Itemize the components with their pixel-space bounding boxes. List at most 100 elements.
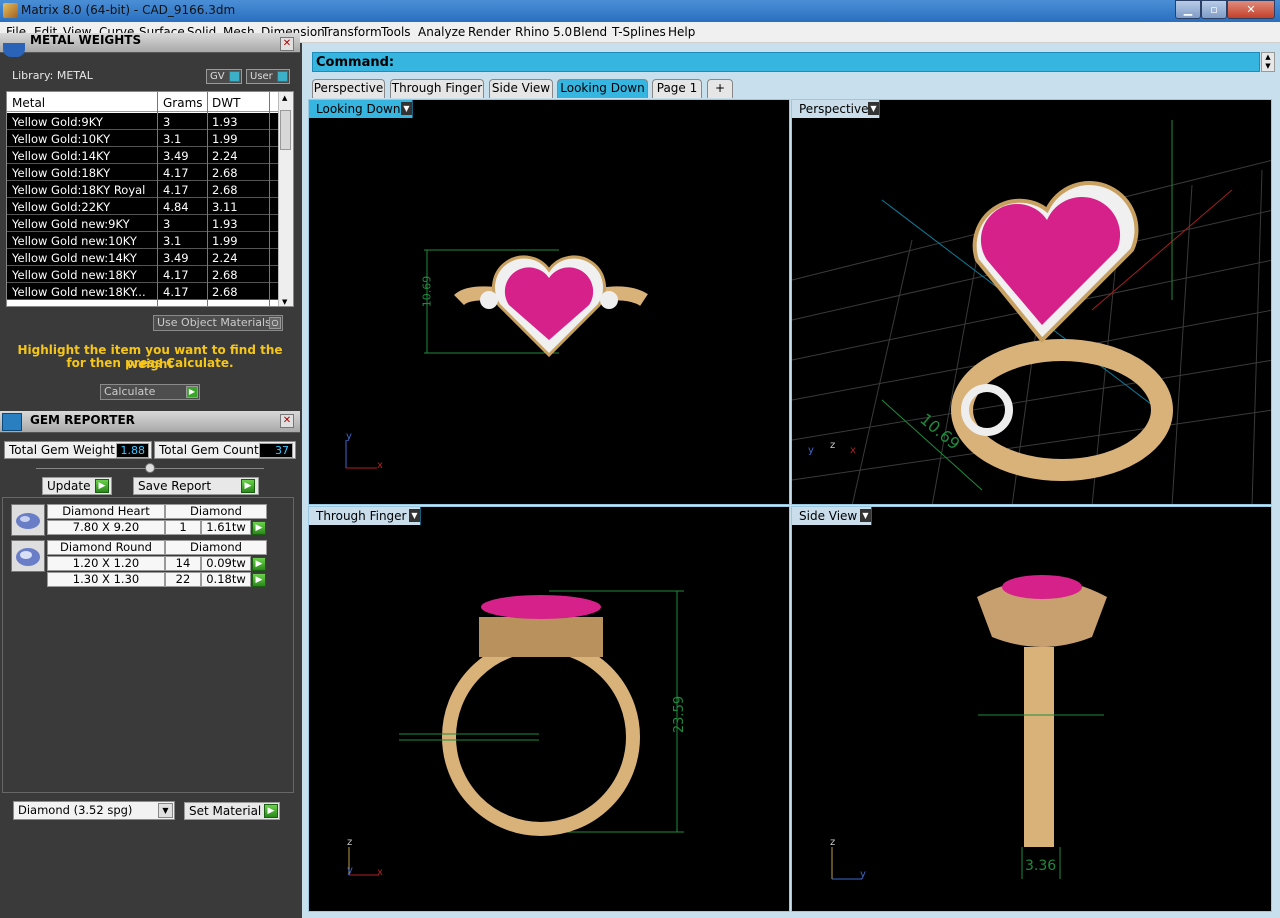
table-cell: 3.49 — [163, 251, 189, 265]
maximize-button[interactable]: ▫ — [1201, 0, 1227, 19]
tab-side-view[interactable]: Side View — [489, 79, 553, 98]
axis-z-label: z — [830, 837, 836, 848]
table-cell: 2.68 — [212, 268, 238, 282]
save-report-arrow-icon[interactable]: ▶ — [241, 479, 255, 493]
table-cell: 2.68 — [212, 166, 238, 180]
viewport-label[interactable]: Perspective ▼ — [792, 100, 880, 118]
diamond-round-icon — [11, 540, 45, 572]
metal-table-scrollbar[interactable]: ▲ ▼ — [278, 92, 293, 306]
use-object-materials-option[interactable]: Use Object Materials ○ — [153, 315, 283, 331]
table-cell: 3.1 — [163, 132, 182, 146]
command-label: Command: — [316, 55, 395, 70]
command-line[interactable]: Command: ▲ ▼ — [312, 52, 1275, 72]
viewport-label[interactable]: Through Finger ▼ — [309, 507, 421, 525]
gem-reporter-title: GEM REPORTER — [30, 413, 135, 427]
table-cell: Yellow Gold:18KY — [12, 166, 111, 180]
command-area: Command: ▲ ▼ Perspective Through Finger S… — [302, 43, 1280, 100]
command-scroll[interactable]: ▲ ▼ — [1261, 52, 1275, 72]
column-grams[interactable]: Grams — [163, 96, 203, 110]
table-cell: Yellow Gold:22KY — [12, 200, 111, 214]
tab-through-finger[interactable]: Through Finger — [390, 79, 484, 98]
table-cell: Yellow Gold new:18KY... — [12, 285, 146, 299]
table-row[interactable]: Yellow Gold new:9KY 3 1.93 — [7, 215, 279, 232]
metal-table-header: Metal Grams DWT — [7, 92, 279, 112]
viewport-side-view[interactable]: Side View ▼ 3.36 z y — [791, 506, 1272, 912]
metal-panel-close-icon[interactable]: ✕ — [280, 37, 294, 51]
update-arrow-icon[interactable]: ▶ — [95, 479, 109, 493]
gem-material[interactable]: Diamond — [165, 540, 267, 555]
add-tab-icon[interactable]: + — [707, 79, 733, 98]
gem-size[interactable]: 7.80 X 9.20 — [47, 520, 165, 535]
gem-weight[interactable]: 0.18tw — [201, 572, 251, 587]
calculate-button[interactable]: Calculate ▶ — [100, 384, 200, 400]
gem-name[interactable]: Diamond Round — [47, 540, 165, 555]
menu-rhino[interactable]: Rhino 5.0 — [515, 25, 572, 39]
axis-y-label: y — [346, 431, 352, 442]
diamond-heart-icon — [11, 504, 45, 536]
material-select[interactable]: Diamond (3.52 spg) ▼ — [13, 801, 175, 820]
table-cell: 4.17 — [163, 268, 189, 282]
gem-select-arrow-icon[interactable]: ▶ — [252, 521, 266, 535]
gv-toggle[interactable]: GV — [206, 69, 242, 84]
table-cell: Yellow Gold:9KY — [12, 115, 103, 129]
viewport-label[interactable]: Side View ▼ — [792, 507, 872, 525]
table-row[interactable]: Yellow Gold:10KY 3.1 1.99 — [7, 130, 279, 147]
gem-count[interactable]: 14 — [165, 556, 201, 571]
table-row[interactable]: Yellow Gold new:18KY 4.17 2.68 — [7, 266, 279, 283]
dimension-label: 10.69 — [420, 275, 434, 308]
viewport-looking-down[interactable]: Looking Down ▼ 10.69 y x — [308, 99, 790, 505]
instruction-line-2: for then press Calculate. — [66, 356, 234, 370]
viewport-perspective[interactable]: Perspective ▼ 10.69 y z x — [791, 99, 1272, 505]
menu-transform[interactable]: Transform — [322, 25, 382, 39]
tab-looking-down[interactable]: Looking Down — [557, 79, 648, 98]
viewport-through-finger[interactable]: Through Finger ▼ 23.59 z y x — [308, 506, 790, 912]
tab-perspective[interactable]: Perspective — [312, 79, 385, 98]
menu-blend[interactable]: Blend — [573, 25, 607, 39]
user-toggle[interactable]: User — [246, 69, 290, 84]
menu-analyze[interactable]: Analyze — [418, 25, 465, 39]
menu-render[interactable]: Render — [468, 25, 511, 39]
gem-weight[interactable]: 1.61tw — [201, 520, 251, 535]
table-cell: 3.11 — [212, 200, 238, 214]
splitter-handle[interactable] — [145, 463, 155, 473]
menu-tsplines[interactable]: T-Splines — [612, 25, 666, 39]
dimension-label: 3.36 — [1025, 858, 1057, 874]
gem-size[interactable]: 1.20 X 1.20 — [47, 556, 165, 571]
close-button[interactable]: ✕ — [1227, 0, 1275, 19]
gem-weight[interactable]: 0.09tw — [201, 556, 251, 571]
chevron-down-icon[interactable]: ▼ — [158, 803, 173, 818]
axis-x-label: x — [377, 867, 383, 878]
table-cell: 1.93 — [212, 115, 238, 129]
table-row[interactable]: Yellow Gold:22KY 4.84 3.11 — [7, 198, 279, 215]
tab-page-1[interactable]: Page 1 — [652, 79, 702, 98]
table-cell: 3.1 — [163, 234, 182, 248]
gem-material[interactable]: Diamond — [165, 504, 267, 519]
menu-tools[interactable]: Tools — [381, 25, 411, 39]
table-cell: 3.49 — [163, 149, 189, 163]
gem-select-arrow-icon[interactable]: ▶ — [252, 573, 266, 587]
menu-help[interactable]: Help — [668, 25, 695, 39]
gem-panel-close-icon[interactable]: ✕ — [280, 414, 294, 428]
table-row[interactable]: Yellow Gold:18KY 4.17 2.68 — [7, 164, 279, 181]
table-row[interactable]: Yellow Gold:14KY 3.49 2.24 — [7, 147, 279, 164]
table-row[interactable]: Yellow Gold new:18KY... 4.17 2.68 — [7, 283, 279, 300]
axis-y-label: y — [347, 865, 353, 876]
app-icon — [3, 3, 18, 18]
column-dwt[interactable]: DWT — [212, 96, 240, 110]
table-row[interactable]: Yellow Gold:18KY Royal 4.17 2.68 — [7, 181, 279, 198]
axis-x-label: x — [850, 445, 856, 456]
table-row[interactable]: Yellow Gold:9KY 3 1.93 — [7, 113, 279, 130]
set-material-arrow-icon[interactable]: ▶ — [264, 804, 278, 818]
gem-size[interactable]: 1.30 X 1.30 — [47, 572, 165, 587]
gem-select-arrow-icon[interactable]: ▶ — [252, 557, 266, 571]
column-metal[interactable]: Metal — [12, 96, 45, 110]
gem-count[interactable]: 22 — [165, 572, 201, 587]
gem-count[interactable]: 1 — [165, 520, 201, 535]
table-row[interactable]: Yellow Gold new:10KY 3.1 1.99 — [7, 232, 279, 249]
table-cell: 3 — [163, 115, 171, 129]
table-row[interactable]: Yellow Gold new:14KY 3.49 2.24 — [7, 249, 279, 266]
viewport-label[interactable]: Looking Down ▼ — [309, 100, 413, 118]
minimize-button[interactable]: ▁ — [1175, 0, 1201, 19]
gem-name[interactable]: Diamond Heart — [47, 504, 165, 519]
dimension-label: 23.59 — [672, 695, 688, 734]
